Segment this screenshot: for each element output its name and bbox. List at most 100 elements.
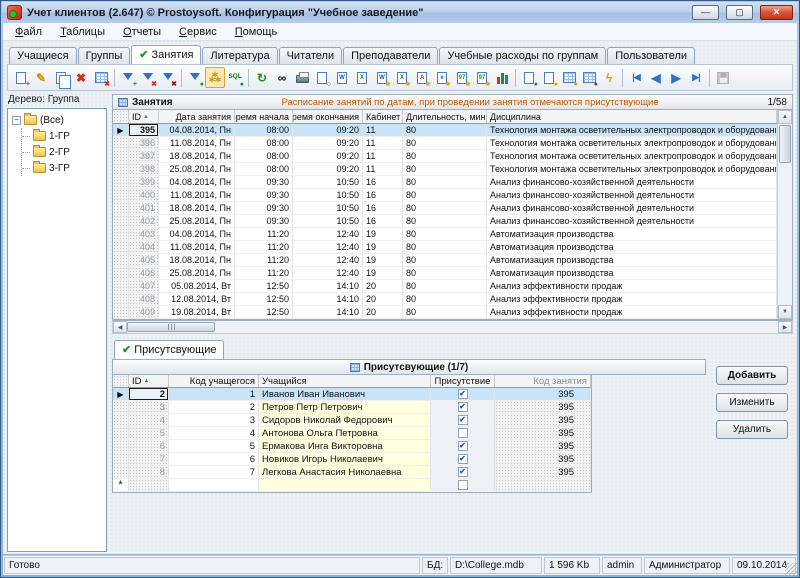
cell[interactable]: 6 <box>129 440 169 452</box>
lessons-row[interactable]: 401 18.08.2014, Пн 09:30 10:50 16 80 Анализ фи… <box>113 202 777 215</box>
cell[interactable]: 80 <box>403 254 487 266</box>
cell[interactable]: Анализ финансово-хозяйственной деятельно… <box>487 176 777 188</box>
cell[interactable]: ✔ <box>431 466 495 478</box>
cell[interactable]: 09:20 <box>293 137 363 149</box>
cell[interactable]: 08:00 <box>235 150 293 162</box>
attendance-row[interactable]: 4 3 Сидоров Николай Федорович ✔ 395 <box>113 414 591 427</box>
find-button[interactable]: ∞ <box>272 67 292 88</box>
column-header[interactable]: Код занятия <box>495 375 591 387</box>
cell[interactable]: 5 <box>129 427 169 439</box>
attendance-row[interactable]: 3 2 Петров Петр Петрович ✔ 395 <box>113 401 591 414</box>
tab-6[interactable]: Учебные расходы по группам <box>439 47 607 64</box>
cell[interactable]: 3 <box>169 414 259 426</box>
cell[interactable]: 12:40 <box>293 241 363 253</box>
column-header[interactable]: Присутствие <box>431 375 495 387</box>
menu-item-2[interactable]: Отчеты <box>114 24 170 40</box>
cell[interactable]: 18.08.2014, Пн <box>159 150 235 162</box>
cell[interactable]: Анализ эффективности продаж <box>487 306 777 318</box>
tree-node-2[interactable]: 3-ГР <box>22 160 106 176</box>
cell[interactable]: 11:20 <box>235 241 293 253</box>
cell[interactable]: 18.08.2014, Пн <box>159 254 235 266</box>
cell[interactable]: Технология монтажа осветительных электро… <box>487 163 777 175</box>
checkbox-checked[interactable]: ✔ <box>457 402 468 412</box>
lessons-row[interactable]: 399 04.08.2014, Пн 09:30 10:50 16 80 Анализ фи… <box>113 176 777 189</box>
column-header[interactable]: ID ▲ <box>129 110 159 123</box>
cell[interactable]: 80 <box>403 241 487 253</box>
cell[interactable]: 16 <box>363 215 403 227</box>
cell[interactable]: 11 <box>363 150 403 162</box>
cell[interactable]: 80 <box>403 280 487 292</box>
lessons-row[interactable]: ▶ 395 04.08.2014, Пн 08:00 09:20 11 80 Технолог… <box>113 124 777 137</box>
attendance-row[interactable]: 5 4 Антонова Ольга Петровна 395 <box>113 427 591 440</box>
cell[interactable]: 11 <box>363 124 403 136</box>
column-header[interactable]: Время окончания <box>293 110 363 123</box>
cell[interactable]: 11 <box>363 137 403 149</box>
cell[interactable]: 11.08.2014, Пн <box>159 137 235 149</box>
export-html-button[interactable]: e ★ <box>432 67 452 88</box>
column-header[interactable]: Дисциплина <box>487 110 777 123</box>
column-header[interactable]: Дата занятия <box>159 110 235 123</box>
maximize-button[interactable]: ▢ <box>726 5 753 20</box>
delete-record-button[interactable]: ✖ <box>71 67 91 88</box>
cell[interactable]: Технология монтажа осветительных электро… <box>487 150 777 162</box>
close-button[interactable]: ✕ <box>760 5 793 20</box>
cell[interactable]: 396 <box>129 137 159 149</box>
totals-report-button[interactable]: ● <box>519 67 539 88</box>
cell[interactable]: 80 <box>403 124 487 136</box>
cell[interactable]: 19 <box>363 254 403 266</box>
cell[interactable]: 80 <box>403 163 487 175</box>
cell[interactable]: 11:20 <box>235 254 293 266</box>
scroll-left-button[interactable]: ◀ <box>113 321 127 333</box>
cell[interactable]: 10:50 <box>293 189 363 201</box>
lessons-row[interactable]: 406 25.08.2014, Пн 11:20 12:40 19 80 Автоматиз… <box>113 267 777 280</box>
lessons-row[interactable]: 397 18.08.2014, Пн 08:00 09:20 11 80 Технологи… <box>113 150 777 163</box>
cell[interactable]: 5 <box>169 440 259 452</box>
cell[interactable]: 406 <box>129 267 159 279</box>
cell[interactable]: 80 <box>403 215 487 227</box>
cell[interactable]: 80 <box>403 293 487 305</box>
cell[interactable]: 80 <box>403 267 487 279</box>
cell[interactable]: 402 <box>129 215 159 227</box>
cell[interactable]: 04.08.2014, Пн <box>159 124 235 136</box>
cell[interactable]: Петров Петр Петрович <box>259 401 431 413</box>
delete-table-records-button[interactable]: ✖ <box>91 67 111 88</box>
cell[interactable]: ✔ <box>431 401 495 413</box>
cell[interactable]: 11.08.2014, Пн <box>159 241 235 253</box>
cell[interactable]: 6 <box>169 453 259 465</box>
nav-prev-button[interactable]: ◀ <box>646 67 666 88</box>
cell[interactable]: 18.08.2014, Пн <box>159 202 235 214</box>
export-excel-template-button[interactable]: X ★ <box>392 67 412 88</box>
cell[interactable]: 407 <box>129 280 159 292</box>
tab-0[interactable]: Учащиеся <box>9 47 77 64</box>
cell[interactable]: 80 <box>403 202 487 214</box>
cell[interactable] <box>169 479 259 491</box>
cell[interactable]: 19 <box>363 267 403 279</box>
cell[interactable]: 399 <box>129 176 159 188</box>
cell[interactable]: 12:40 <box>293 254 363 266</box>
lessons-row[interactable]: 396 11.08.2014, Пн 08:00 09:20 11 80 Технологи… <box>113 137 777 150</box>
sql-view-button[interactable]: SQL ● <box>225 67 245 88</box>
cell[interactable]: 405 <box>129 254 159 266</box>
scroll-track[interactable] <box>127 321 778 333</box>
cell[interactable]: 09:20 <box>293 150 363 162</box>
cell[interactable]: 20 <box>363 306 403 318</box>
expand-collapse-icon[interactable]: − <box>12 115 21 125</box>
cell[interactable]: 12:50 <box>235 306 293 318</box>
scroll-thumb[interactable] <box>127 322 215 332</box>
column-header[interactable]: Длительность, мин. <box>403 110 487 123</box>
cell[interactable]: 19 <box>363 241 403 253</box>
lessons-row[interactable]: 403 04.08.2014, Пн 11:20 12:40 19 80 Автоматиз… <box>113 228 777 241</box>
menu-item-3[interactable]: Сервис <box>170 24 226 40</box>
chart-button[interactable] <box>492 67 512 88</box>
column-header[interactable]: ID ▲ <box>129 375 169 387</box>
cell[interactable]: 80 <box>403 306 487 318</box>
lessons-row[interactable]: 400 11.08.2014, Пн 09:30 10:50 16 80 Анализ фи… <box>113 189 777 202</box>
export-excel-button[interactable]: X <box>352 67 372 88</box>
cell[interactable]: 20 <box>363 293 403 305</box>
cell[interactable]: Технология монтажа осветительных электро… <box>487 137 777 149</box>
cell[interactable]: 11 <box>363 163 403 175</box>
cell[interactable]: 09:30 <box>235 215 293 227</box>
checkbox-checked[interactable]: ✔ <box>457 415 468 425</box>
lessons-horizontal-scrollbar[interactable]: ◀ ▶ <box>112 320 793 334</box>
filter-visibility-button[interactable]: ● <box>185 67 205 88</box>
